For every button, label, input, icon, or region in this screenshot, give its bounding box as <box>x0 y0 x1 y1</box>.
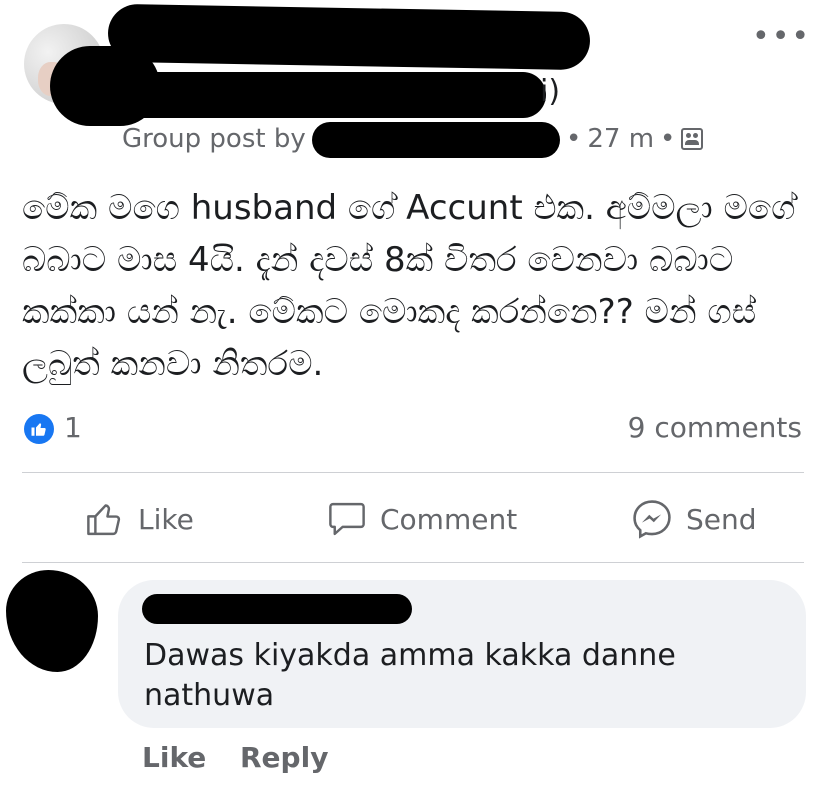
more-options-icon[interactable]: ••• <box>752 22 809 52</box>
send-button[interactable]: Send <box>630 496 757 542</box>
like-reaction-icon[interactable] <box>24 414 54 444</box>
redacted-poster-name <box>312 122 560 158</box>
comment-like-button[interactable]: Like <box>142 740 206 776</box>
post-text: මේක මගෙ husband ගේ Accunt එක. අම්මලා මගේ… <box>22 188 796 384</box>
commenter-avatar-redacted[interactable] <box>6 570 98 672</box>
reaction-count[interactable]: 1 <box>64 410 82 446</box>
send-label: Send <box>686 502 757 536</box>
post-meta: • 27 m • <box>566 122 704 156</box>
comment-reply-button[interactable]: Reply <box>240 740 328 776</box>
comment-button[interactable]: Comment <box>326 496 517 542</box>
redacted-name-line-2 <box>108 72 546 118</box>
redacted-commenter-name <box>142 594 412 624</box>
group-post-label: Group post by <box>122 124 306 154</box>
comments-count[interactable]: 9 comments <box>628 410 802 446</box>
group-audience-icon <box>681 128 704 150</box>
redacted-name-line-1 <box>107 3 591 71</box>
like-label: Like <box>138 502 194 536</box>
meta-separator: • <box>660 124 676 154</box>
divider-bottom <box>22 562 804 563</box>
comment-bubble-icon <box>329 502 365 536</box>
meta-separator: • <box>566 124 582 154</box>
comment-text: Dawas kiyakda amma kakka danne nathuwa <box>144 638 676 713</box>
like-button[interactable]: Like <box>84 496 194 542</box>
comment-label: Comment <box>380 502 518 536</box>
messenger-icon <box>633 500 671 539</box>
post-time[interactable]: 27 m <box>587 122 654 156</box>
divider-top <box>22 472 804 473</box>
thumbs-up-outline-icon <box>87 504 121 536</box>
thumbs-up-icon <box>31 423 46 436</box>
author-name-tail[interactable]: i) <box>540 72 560 112</box>
